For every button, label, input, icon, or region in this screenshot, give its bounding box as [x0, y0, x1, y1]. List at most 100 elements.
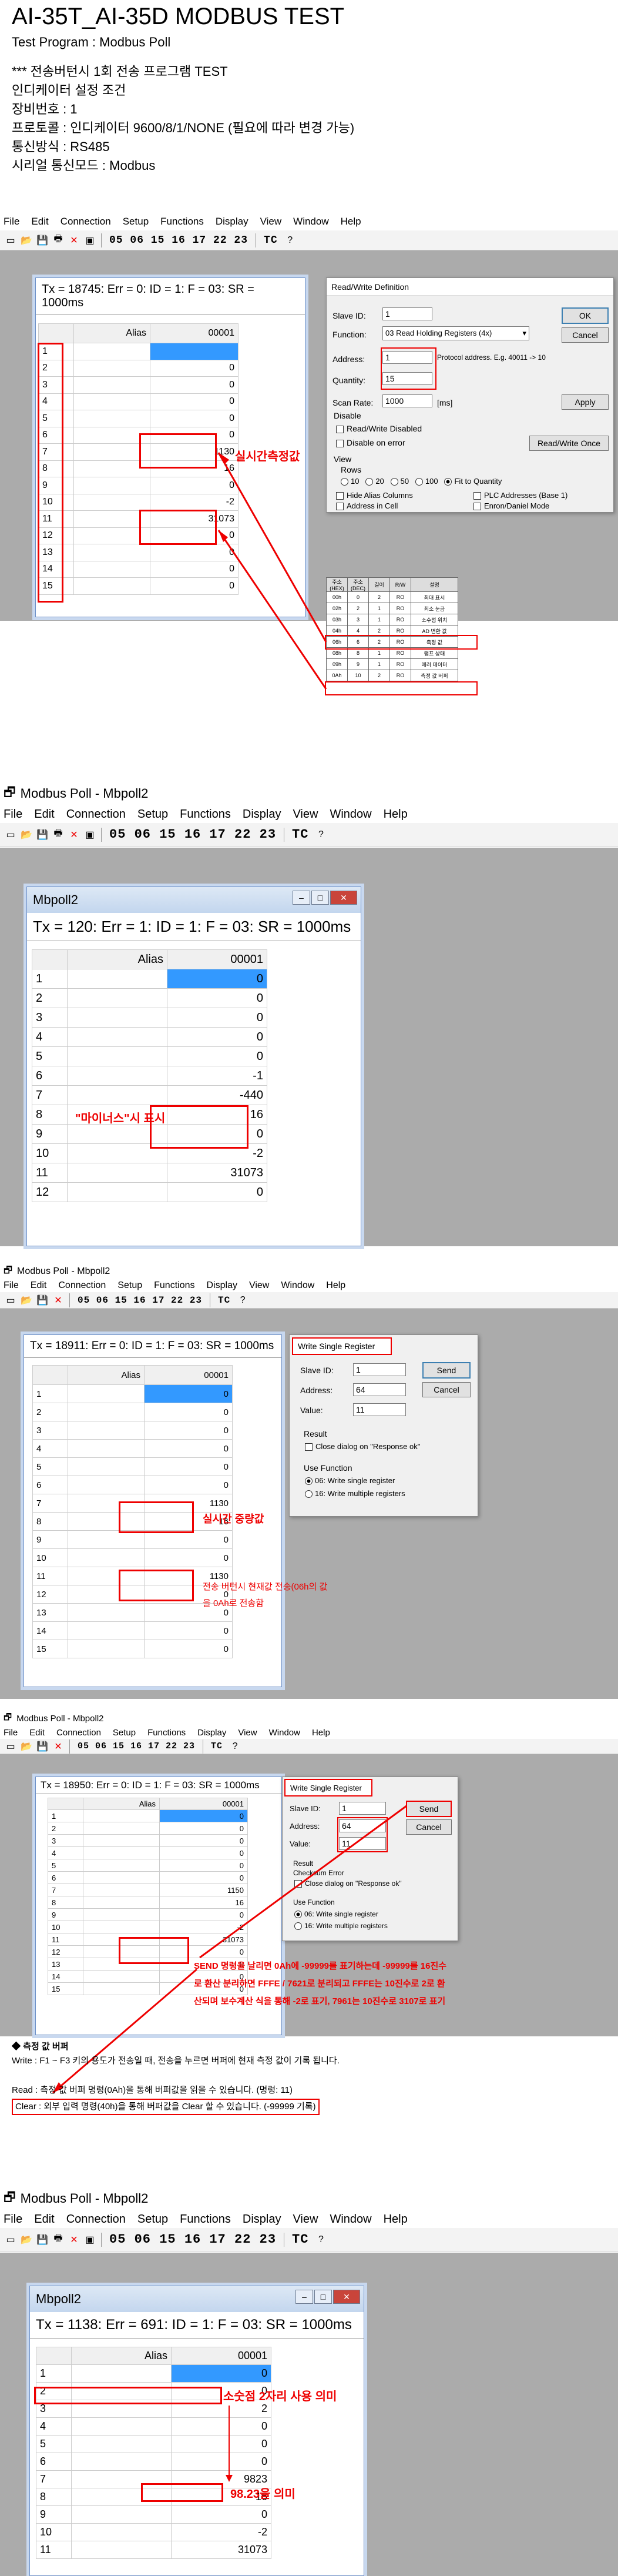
value-cell[interactable]: -2: [171, 2523, 271, 2541]
help-icon[interactable]: ?: [283, 233, 297, 247]
value-cell[interactable]: 0: [171, 2417, 271, 2436]
tc-button[interactable]: TC: [207, 1741, 226, 1751]
function-codes[interactable]: 05 06 15 16 17 22 23: [106, 235, 251, 246]
checkbox[interactable]: [336, 492, 344, 500]
menu-view[interactable]: View: [238, 1728, 257, 1738]
radio[interactable]: [305, 1477, 313, 1486]
save-icon[interactable]: 💾: [35, 233, 49, 247]
menu-setup[interactable]: Setup: [117, 1280, 142, 1291]
menu-display[interactable]: Display: [243, 808, 281, 821]
value-cell[interactable]: 0: [159, 1834, 248, 1847]
value-cell[interactable]: 0: [144, 1384, 233, 1403]
value-cell[interactable]: -2: [150, 493, 239, 511]
alias-cell[interactable]: [73, 376, 150, 394]
radio-20[interactable]: [365, 478, 374, 486]
value-cell[interactable]: 0: [150, 393, 239, 410]
checkbox[interactable]: [305, 1443, 313, 1451]
value-cell[interactable]: 0: [159, 1809, 248, 1822]
alias-cell[interactable]: [73, 343, 150, 360]
fn06-radio[interactable]: 06: Write single register: [294, 1910, 378, 1919]
menu-view[interactable]: View: [249, 1280, 269, 1291]
alias-cell[interactable]: [68, 1384, 145, 1403]
close-icon[interactable]: ✕: [67, 828, 81, 842]
menu-window[interactable]: Window: [281, 1280, 314, 1291]
alias-cell[interactable]: [83, 1908, 160, 1921]
radio[interactable]: [305, 1490, 313, 1498]
alias-cell[interactable]: [71, 2523, 172, 2541]
print-icon[interactable]: 🖶: [51, 2233, 65, 2247]
fn16-radio[interactable]: 16: Write multiple registers: [294, 1922, 388, 1931]
value-cell[interactable]: 0: [159, 1871, 248, 1884]
new-file-icon[interactable]: ▭: [4, 233, 18, 247]
menu-view[interactable]: View: [260, 216, 282, 228]
checkbox[interactable]: [336, 425, 344, 433]
radio-100[interactable]: [415, 478, 423, 486]
alias-cell[interactable]: [83, 1921, 160, 1933]
alias-cell[interactable]: [67, 1182, 167, 1202]
tc-button[interactable]: TC: [288, 827, 312, 842]
menu-edit[interactable]: Edit: [31, 216, 48, 228]
value-cell[interactable]: 0: [144, 1403, 233, 1421]
menu-file[interactable]: File: [4, 1728, 18, 1738]
hide-alias-check[interactable]: Hide Alias Columns: [336, 491, 413, 500]
menu-functions[interactable]: Functions: [147, 1728, 186, 1738]
value-cell[interactable]: 16: [159, 1896, 248, 1909]
new-file-icon[interactable]: ▭: [4, 2233, 18, 2247]
radio-fit[interactable]: [444, 478, 452, 486]
value-cell[interactable]: -440: [167, 1085, 267, 1105]
value-cell[interactable]: 31073: [171, 2541, 271, 2559]
value-cell[interactable]: -1: [167, 1066, 267, 1086]
menu-connection[interactable]: Connection: [66, 808, 126, 821]
value-input[interactable]: [353, 1403, 406, 1416]
send-button[interactable]: Send: [422, 1362, 471, 1379]
alias-cell[interactable]: [68, 1530, 145, 1549]
alias-cell[interactable]: [73, 577, 150, 595]
alias-cell[interactable]: [83, 1859, 160, 1872]
scan-rate-input[interactable]: [382, 394, 432, 407]
cancel-button[interactable]: Cancel: [422, 1382, 471, 1397]
alias-cell[interactable]: [83, 1822, 160, 1835]
value-cell[interactable]: 0: [171, 2453, 271, 2471]
function-codes[interactable]: 05 06 15 16 17 22 23: [74, 1741, 199, 1751]
save-icon[interactable]: 💾: [35, 1293, 49, 1307]
alias-cell[interactable]: [71, 2417, 172, 2436]
help-icon[interactable]: ?: [314, 828, 328, 842]
value-cell[interactable]: 0: [144, 1640, 233, 1658]
plc-addr-check[interactable]: PLC Addresses (Base 1): [473, 491, 567, 500]
slave-id-input[interactable]: [353, 1363, 406, 1376]
radio-10[interactable]: [341, 478, 348, 486]
value-cell[interactable]: 0: [171, 2364, 271, 2383]
open-folder-icon[interactable]: 📂: [19, 1739, 33, 1754]
menu-help[interactable]: Help: [341, 216, 361, 228]
value-cell[interactable]: -2: [159, 1921, 248, 1933]
window-icon[interactable]: ▣: [83, 828, 97, 842]
enron-check[interactable]: Enron/Daniel Mode: [473, 501, 549, 511]
alias-cell[interactable]: [67, 1008, 167, 1028]
close-icon[interactable]: ✕: [330, 891, 357, 905]
value-cell[interactable]: 0: [150, 376, 239, 394]
alias-cell[interactable]: [67, 988, 167, 1008]
apply-button[interactable]: Apply: [562, 394, 609, 410]
help-icon[interactable]: ?: [228, 1739, 242, 1754]
alias-cell[interactable]: [67, 1066, 167, 1086]
value-cell[interactable]: 0: [144, 1439, 233, 1458]
alias-cell[interactable]: [71, 2505, 172, 2524]
close-icon[interactable]: ✕: [333, 2290, 360, 2304]
new-file-icon[interactable]: ▭: [4, 828, 18, 842]
slave-id-input[interactable]: [382, 307, 432, 320]
alias-cell[interactable]: [68, 1403, 145, 1421]
alias-cell[interactable]: [83, 1970, 160, 1983]
value-cell[interactable]: [150, 343, 239, 360]
menu-connection[interactable]: Connection: [66, 2213, 126, 2226]
menu-connection[interactable]: Connection: [61, 216, 111, 228]
value-cell[interactable]: 0: [159, 1859, 248, 1872]
ok-button[interactable]: OK: [562, 307, 609, 324]
alias-cell[interactable]: [73, 477, 150, 494]
menu-view[interactable]: View: [293, 808, 318, 821]
menu-file[interactable]: File: [4, 1280, 19, 1291]
value-cell[interactable]: 0: [167, 1008, 267, 1028]
value-cell[interactable]: 0: [144, 1421, 233, 1440]
alias-cell[interactable]: [71, 2453, 172, 2471]
open-folder-icon[interactable]: 📂: [19, 828, 33, 842]
close-icon[interactable]: ✕: [51, 1293, 65, 1307]
